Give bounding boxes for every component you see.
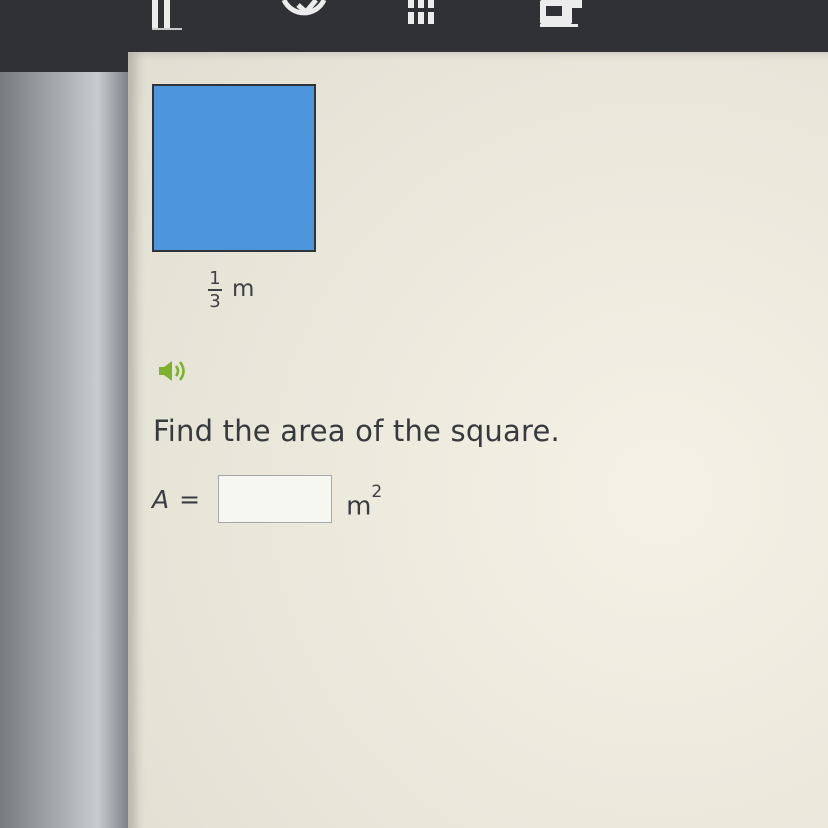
area-unit-exponent: 2: [371, 481, 383, 502]
list-icon[interactable]: [400, 0, 460, 32]
side-length-fraction: 1 3: [208, 269, 222, 311]
menu-icon[interactable]: [144, 0, 198, 36]
area-unit: m2: [346, 482, 382, 522]
speaker-icon: [159, 361, 185, 381]
side-length-unit: m: [232, 275, 255, 302]
fraction-numerator: 1: [209, 268, 221, 289]
area-unit-base: m: [346, 491, 372, 522]
equals-sign: =: [179, 484, 201, 514]
answer-row: A = m2: [152, 475, 382, 523]
left-side-frame: [0, 72, 128, 828]
screen: 1 3 m Find the area of the square. A = m…: [0, 0, 828, 828]
audio-button[interactable]: [156, 357, 190, 385]
area-variable: A: [152, 484, 170, 514]
square-figure: [152, 84, 316, 252]
calculator-icon[interactable]: [534, 0, 594, 34]
question-text: Find the area of the square.: [153, 414, 560, 448]
problem-panel: 1 3 m Find the area of the square. A = m…: [128, 52, 828, 828]
side-length-label: 1 3 m: [208, 262, 254, 318]
area-answer-input[interactable]: [218, 475, 333, 523]
fraction-denominator: 3: [209, 291, 221, 312]
check-circle-icon[interactable]: [276, 0, 332, 36]
